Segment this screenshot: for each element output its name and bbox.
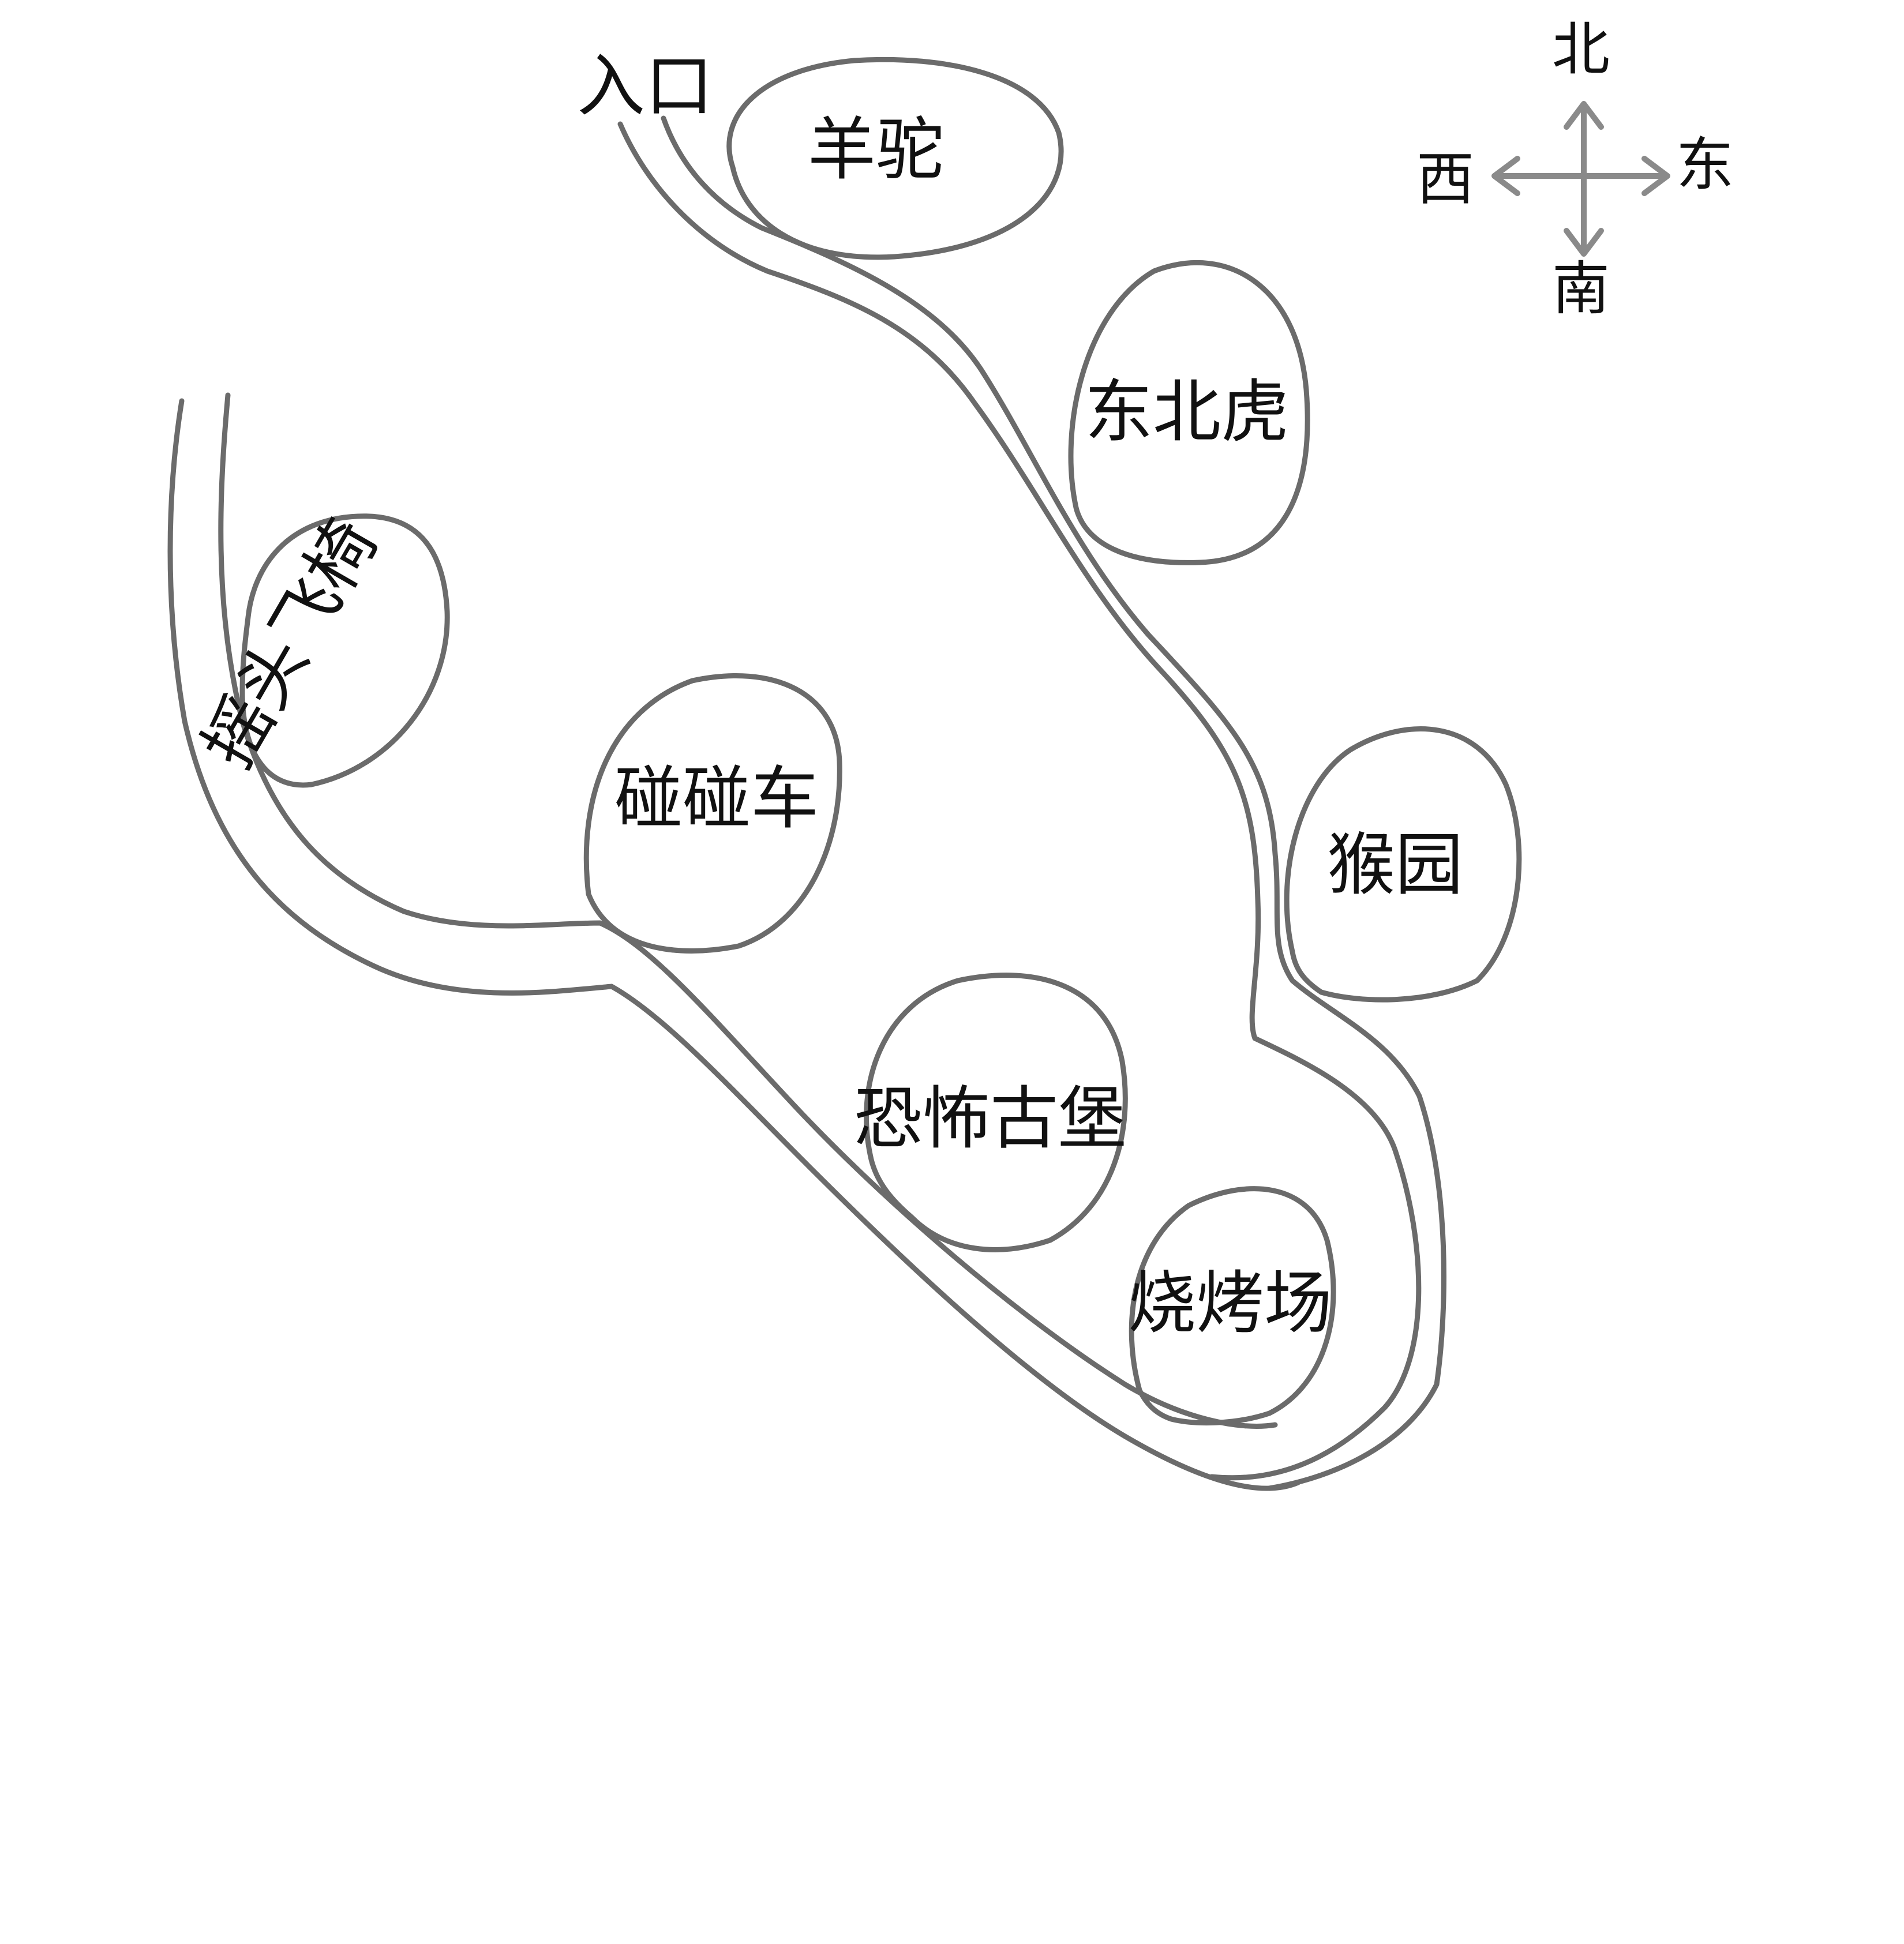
tiger-label: 东北虎	[1085, 372, 1289, 452]
attraction-tiger[interactable]: 东北虎	[1068, 260, 1310, 565]
bbq-label: 烧烤场	[1128, 1263, 1332, 1343]
monkey-park-label: 猴园	[1327, 825, 1463, 905]
compass-east-label: 东	[1676, 131, 1734, 198]
compass-south-label: 南	[1552, 255, 1610, 322]
compass-arrows-icon	[1491, 101, 1670, 257]
compass: 北 南 东 西	[1416, 16, 1734, 322]
attraction-monkey-park[interactable]: 猴园	[1284, 726, 1522, 1003]
park-map: 羊驼 东北虎 摇头飞椅 碰碰车 猴园 恐怖古堡 烧烤场 入口 北 南 东 西	[167, 16, 1734, 1491]
compass-north-label: 北	[1552, 16, 1610, 83]
alpaca-label: 羊驼	[808, 110, 944, 189]
haunted-castle-label: 恐怖古堡	[854, 1079, 1126, 1158]
swing-chair-label: 摇头飞椅	[188, 505, 393, 781]
attraction-haunted-castle[interactable]: 恐怖古堡	[854, 973, 1128, 1252]
entrance-label: 入口	[577, 46, 713, 126]
bumper-car-label: 碰碰车	[614, 759, 819, 838]
attraction-bbq[interactable]: 烧烤场	[1128, 1186, 1336, 1426]
attraction-bumper-car[interactable]: 碰碰车	[583, 673, 842, 954]
attraction-alpaca[interactable]: 羊驼	[726, 57, 1064, 260]
compass-west-label: 西	[1416, 145, 1474, 213]
